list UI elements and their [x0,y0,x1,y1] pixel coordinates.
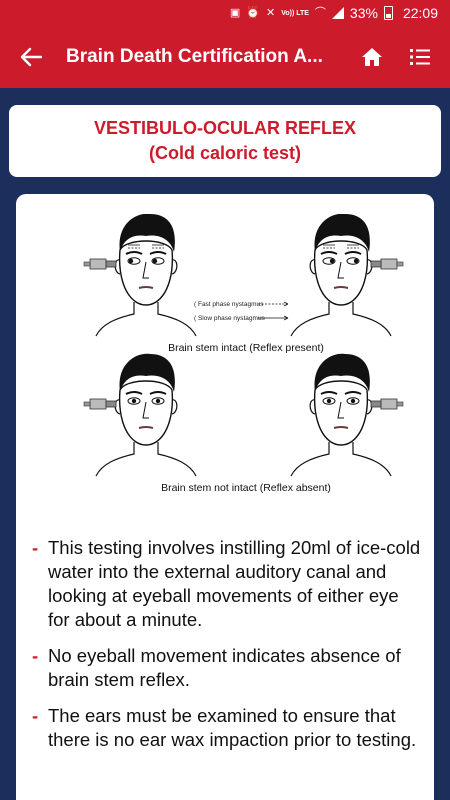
network-type-label: Vo)) LTE [281,9,309,17]
legend-slow-label: ( Slow phase nystagmus [194,315,266,322]
bullet-list: - This testing involves instilling 20ml … [32,536,424,764]
list-menu-icon [410,49,430,65]
section-title: VESTIBULO-OCULAR REFLEX [93,118,356,138]
arrow-left-icon [20,47,42,67]
bullet-text: This testing involves instilling 20ml of… [48,537,421,630]
caption-reflex-absent: Brain stem not intact (Reflex absent) [161,482,331,494]
battery-icon [383,6,393,20]
caloric-test-illustration: ( Fast phase nystagmus ( Slow phase nyst… [83,214,404,477]
app-title: Brain Death Certification A... [66,46,323,67]
signal-icon [331,7,344,19]
bullet-dash: - [32,705,39,726]
alarm-icon: ⏰ [246,6,260,19]
nystagmus-legend: ( Fast phase nystagmus ( Slow phase nyst… [194,301,289,322]
silent-icon: ✕ [265,6,276,19]
list-item: - The ears must be examined to ensure th… [32,704,424,752]
list-item: - No eyeball movement indicates absence … [32,644,424,692]
app-bar: Brain Death Certification A... [0,26,450,88]
battery-percent: 33% [349,5,378,21]
bullet-dash: - [32,537,39,558]
list-item: - This testing involves instilling 20ml … [32,536,424,632]
wifi-icon: ⌒ [314,6,326,19]
menu-button[interactable] [396,26,444,88]
caption-reflex-present: Brain stem intact (Reflex present) [168,342,324,354]
bullet-text: No eyeball movement indicates absence of… [48,645,401,690]
section-title-card: VESTIBULO-OCULAR REFLEX (Cold caloric te… [9,105,441,177]
status-bar: ▣ ⏰ ✕ Vo)) LTE ⌒ 33% 22:09 [0,0,450,26]
home-icon [362,48,382,66]
bullet-dash: - [32,645,39,666]
image-icon: ▣ [229,6,241,19]
content-card: ( Fast phase nystagmus ( Slow phase nyst… [16,194,434,800]
clock: 22:09 [402,5,438,21]
legend-fast-label: ( Fast phase nystagmus [194,301,264,308]
section-subtitle: (Cold caloric test) [148,143,302,163]
home-button[interactable] [348,26,396,88]
bullet-text: The ears must be examined to ensure that… [48,705,417,750]
back-button[interactable] [0,26,62,88]
